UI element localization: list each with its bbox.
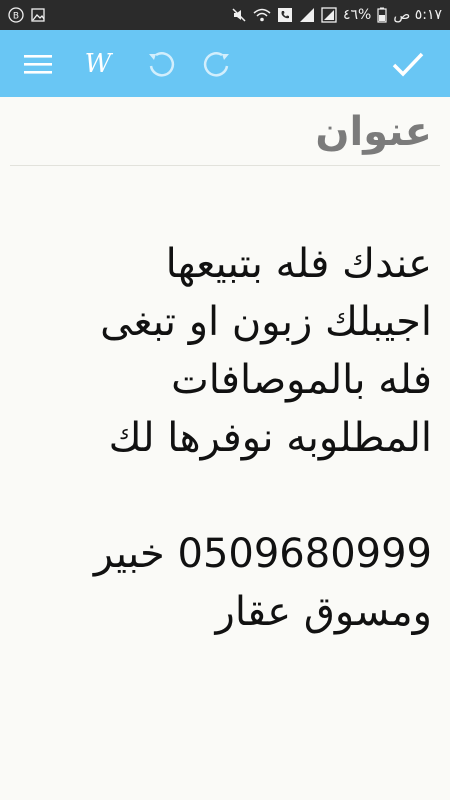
status-bar: B ٤٦% ٥:١٧ ص (0, 0, 450, 30)
signal-icon-1 (299, 7, 315, 23)
note-title-field[interactable]: عنوان (10, 97, 440, 166)
editor-toolbar: W (0, 30, 450, 97)
note-body-field[interactable]: عندك فله بتبيعها اجيبلك زبون او تبغى فله… (20, 235, 432, 641)
battery-percent: ٤٦% (342, 7, 372, 23)
svg-text:B: B (13, 12, 19, 22)
status-left: B (8, 7, 46, 23)
redo-button[interactable] (198, 30, 238, 97)
battery-icon (377, 7, 387, 23)
formatting-button[interactable]: W (78, 30, 118, 97)
done-button[interactable] (388, 30, 428, 97)
redo-icon (203, 51, 229, 77)
undo-icon (149, 51, 175, 77)
mute-icon (231, 7, 247, 23)
menu-button[interactable] (18, 30, 58, 97)
formatting-icon: W (84, 48, 112, 79)
note-title: عنوان (315, 109, 432, 155)
check-icon (392, 52, 424, 77)
menu-icon (24, 54, 52, 74)
image-icon (30, 7, 46, 23)
status-time: ٥:١٧ ص (393, 7, 442, 23)
signal-icon-2 (321, 7, 337, 23)
bluetooth-icon: B (8, 7, 24, 23)
undo-button[interactable] (140, 30, 180, 97)
status-right: ٤٦% ٥:١٧ ص (231, 7, 442, 23)
wifi-icon (253, 7, 271, 23)
call-icon (277, 7, 293, 23)
